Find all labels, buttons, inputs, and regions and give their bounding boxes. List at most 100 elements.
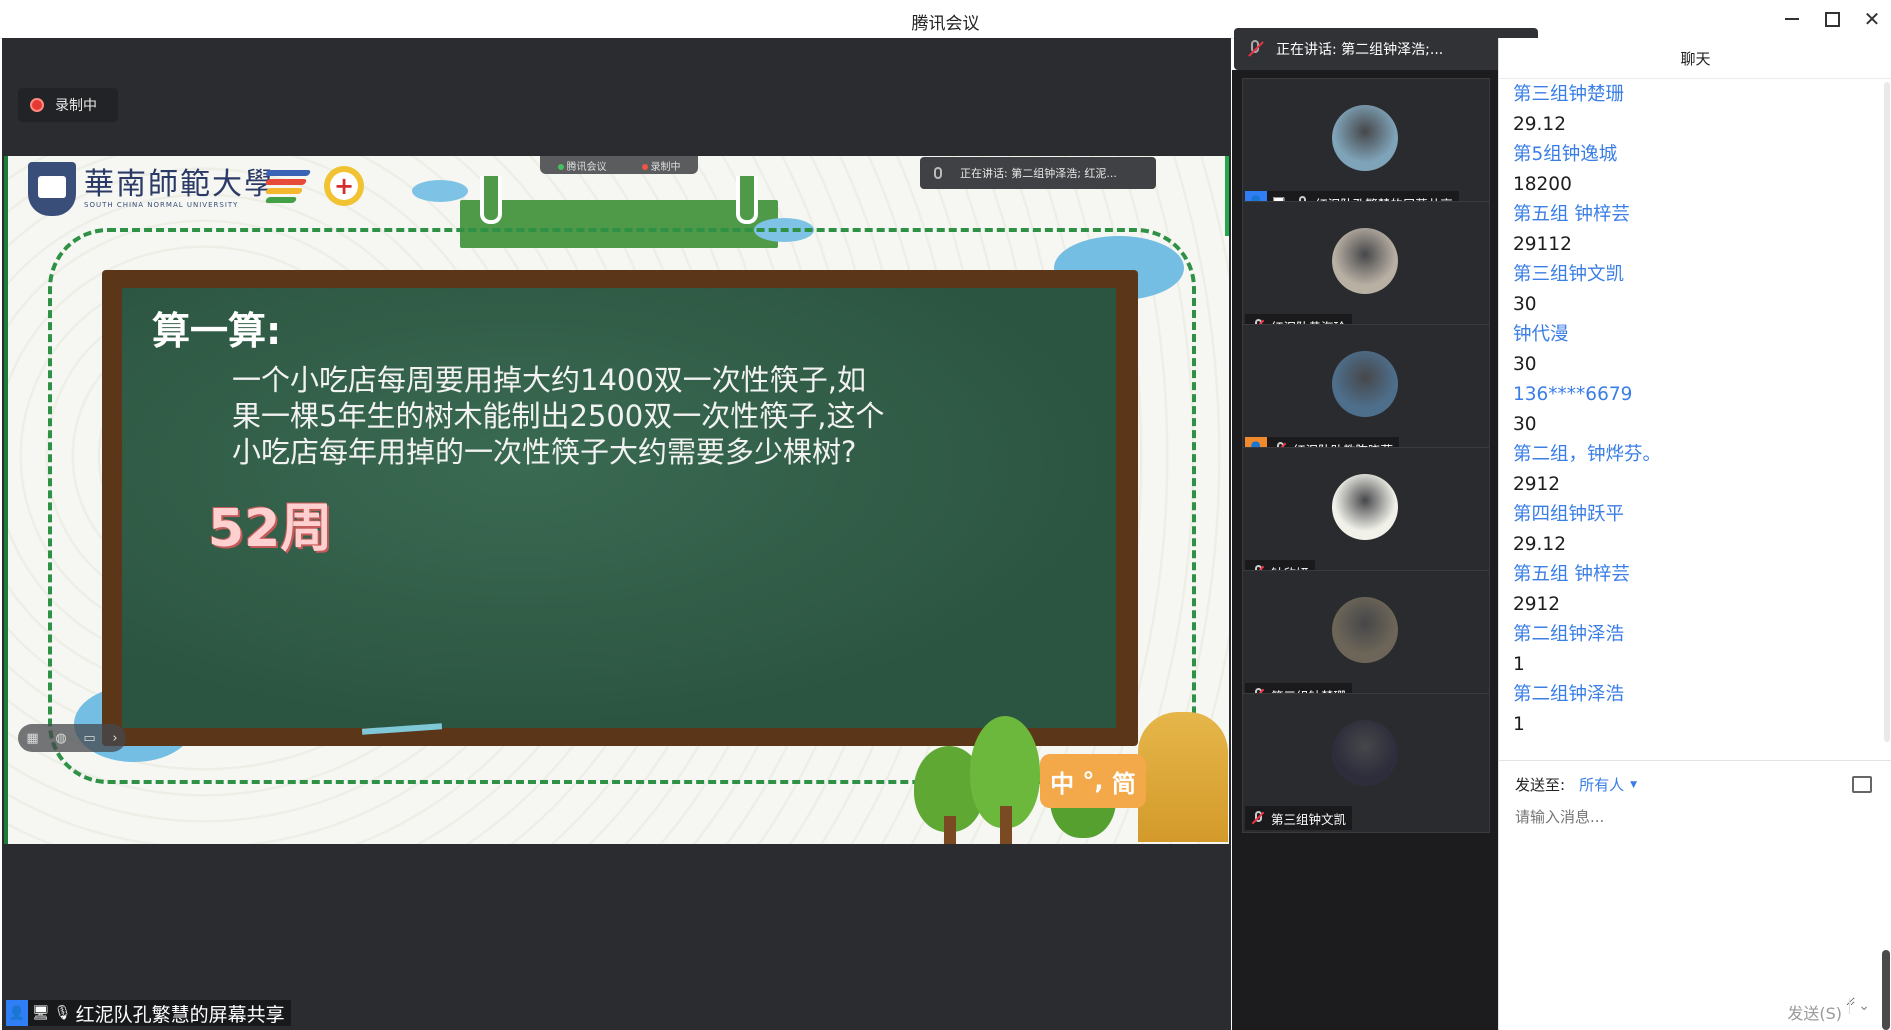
recording-indicator[interactable]: 录制中 bbox=[18, 88, 118, 122]
send-to-select[interactable]: 所有人 bbox=[1579, 774, 1624, 795]
inner-speaker-banner: 正在讲话: 第二组钟泽浩; 红泥... bbox=[920, 157, 1156, 189]
minimize-icon bbox=[1785, 18, 1799, 20]
cloud-decoration bbox=[412, 180, 468, 202]
chat-sender[interactable]: 第三组钟楚珊 bbox=[1513, 80, 1873, 110]
red-cross-icon: + bbox=[324, 166, 364, 206]
avatar bbox=[1332, 474, 1398, 540]
chat-message-text: 1 bbox=[1513, 654, 1525, 675]
chat-divider bbox=[1499, 760, 1891, 761]
chat-message-text: 30 bbox=[1513, 414, 1537, 435]
chat-message-text: 29112 bbox=[1513, 234, 1572, 255]
screen-share-icon: 🖥 bbox=[32, 1005, 50, 1021]
chalkboard: 算一算: 一个小吃店每周要用掉大约1400双一次性筷子,如果一棵5年生的树木能制… bbox=[102, 270, 1138, 746]
avatar bbox=[1332, 720, 1398, 786]
chat-sender[interactable]: 136****6679 bbox=[1513, 380, 1873, 410]
handwritten-answer: 52周 bbox=[208, 499, 333, 559]
muted-mic-icon bbox=[1253, 811, 1263, 825]
chat-message-text: 30 bbox=[1513, 354, 1537, 375]
screen-tools[interactable]: ▦ ◍ ▭ › bbox=[18, 724, 126, 752]
slide-edge bbox=[1225, 156, 1229, 236]
recording-label: 录制中 bbox=[55, 98, 97, 114]
university-name-en: SOUTH CHINA NORMAL UNIVERSITY bbox=[84, 201, 239, 209]
university-crest-icon bbox=[28, 162, 76, 216]
chalkboard-surface: 算一算: 一个小吃店每周要用掉大约1400双一次性筷子,如果一棵5年生的树木能制… bbox=[122, 288, 1116, 728]
main-video-area: 录制中 華南師範大學 SOUTH CHINA NORMAL UNIVERSITY… bbox=[2, 38, 1231, 1030]
window-icon[interactable]: ▭ bbox=[83, 731, 95, 746]
participant-name: 第三组钟文凯 bbox=[1271, 811, 1347, 827]
chat-sender[interactable]: 钟代漫 bbox=[1513, 320, 1873, 350]
minimize-button[interactable] bbox=[1772, 4, 1812, 34]
record-dot-icon bbox=[30, 98, 44, 112]
chat-sender[interactable]: 第二组钟泽浩 bbox=[1513, 620, 1873, 650]
chat-sender[interactable]: 第五组 钟梓芸 bbox=[1513, 200, 1873, 230]
chat-sender[interactable]: 第三组钟文凯 bbox=[1513, 260, 1873, 290]
chat-message-text: 30 bbox=[1513, 294, 1537, 315]
send-options-chevron-icon[interactable]: ⌄ bbox=[1849, 998, 1870, 1014]
maximize-icon bbox=[1824, 11, 1840, 27]
university-name: 華南師範大學 bbox=[84, 167, 276, 202]
avatar bbox=[1332, 597, 1398, 663]
chat-panel: 聊天 第三组钟楚珊 29.12 第5组钟逸城 18200 第五组 钟梓芸 29112 第三组… bbox=[1498, 38, 1891, 1030]
chat-sender[interactable]: 第二组钟泽浩 bbox=[1513, 680, 1873, 710]
chat-sender[interactable]: 第五组 钟梓芸 bbox=[1513, 560, 1873, 590]
rainbow-flag-icon bbox=[264, 170, 316, 208]
mic-icon: 🎙 bbox=[53, 1005, 72, 1021]
avatar bbox=[1332, 351, 1398, 417]
inner-app-label: 腾讯会议 bbox=[566, 161, 607, 173]
participant-tile[interactable]: 第三组钟楚珊 bbox=[1242, 570, 1490, 710]
avatar bbox=[1332, 228, 1398, 294]
chevron-right-icon[interactable]: › bbox=[112, 731, 117, 746]
participant-tile[interactable]: 红泥队黄海玲 bbox=[1242, 201, 1490, 341]
chat-scrollbar[interactable] bbox=[1884, 82, 1890, 742]
image-icon[interactable] bbox=[1852, 776, 1872, 793]
maximize-button[interactable] bbox=[1812, 4, 1852, 34]
ime-mode: 中 bbox=[1050, 769, 1075, 798]
chat-title: 聊天 bbox=[1499, 38, 1891, 79]
ime-toolbar[interactable]: 中 °, 简 bbox=[1040, 754, 1146, 808]
chat-message-text: 1 bbox=[1513, 714, 1525, 735]
mic-icon bbox=[934, 167, 942, 179]
participant-tile[interactable]: 钟欣妍 bbox=[1242, 447, 1490, 587]
volume-bar bbox=[1882, 950, 1890, 1030]
ime-simplified: 简 bbox=[1111, 769, 1136, 798]
shared-screen-slide: 華南師範大學 SOUTH CHINA NORMAL UNIVERSITY + 腾… bbox=[4, 156, 1229, 844]
grid-icon[interactable]: ▦ bbox=[26, 731, 38, 746]
participant-tile[interactable]: 👤红泥队助教陈晓燕 bbox=[1242, 324, 1490, 464]
title-bar: 腾讯会议 ✕ bbox=[0, 0, 1891, 39]
slide-title: 算一算: bbox=[152, 309, 282, 353]
send-button[interactable]: 发送(S) bbox=[1787, 1000, 1842, 1024]
send-to: 发送至: 所有人 ▼ bbox=[1515, 774, 1637, 795]
participant-tile[interactable]: 第三组钟文凯 bbox=[1242, 693, 1490, 833]
slide-question: 一个小吃店每周要用掉大约1400双一次性筷子,如果一棵5年生的树木能制出2500… bbox=[232, 363, 885, 469]
window-title: 腾讯会议 bbox=[911, 14, 980, 34]
avatar bbox=[1332, 105, 1398, 171]
participant-list: 👤🖥红泥队孔繁慧的屏幕共享红泥队黄海玲👤红泥队助教陈晓燕钟欣妍第三组钟楚珊第三组… bbox=[1232, 70, 1498, 1030]
active-speaker-banner[interactable]: 正在讲话: 第二组钟泽浩;... ↶ bbox=[1234, 28, 1538, 70]
slide-edge bbox=[4, 156, 8, 844]
annotate-icon[interactable]: ◍ bbox=[55, 731, 66, 746]
university-logo: 華南師範大學 SOUTH CHINA NORMAL UNIVERSITY bbox=[28, 162, 276, 216]
inner-speaker-text: 正在讲话: 第二组钟泽浩; 红泥... bbox=[960, 167, 1117, 180]
chat-message-text: 2912 bbox=[1513, 594, 1561, 615]
screen-share-label: 👤 🖥 🎙 红泥队孔繁慧的屏幕共享 bbox=[6, 1000, 291, 1026]
chat-sender[interactable]: 第四组钟跃平 bbox=[1513, 500, 1873, 530]
chat-message-text: 29.12 bbox=[1513, 534, 1566, 555]
chat-sender[interactable]: 第5组钟逸城 bbox=[1513, 140, 1873, 170]
participant-tile[interactable]: 👤🖥红泥队孔繁慧的屏幕共享 bbox=[1242, 78, 1490, 218]
send-to-label: 发送至: bbox=[1515, 776, 1566, 794]
muted-mic-icon bbox=[1248, 40, 1262, 58]
chat-messages: 第三组钟楚珊 29.12 第5组钟逸城 18200 第五组 钟梓芸 29112 第三组钟文凯… bbox=[1513, 80, 1873, 740]
chat-sender[interactable]: 第二组，钟烨芬。 bbox=[1513, 440, 1873, 470]
user-icon: 👤 bbox=[6, 1000, 28, 1026]
chat-input[interactable] bbox=[1515, 806, 1855, 1006]
chat-message-text: 2912 bbox=[1513, 474, 1561, 495]
participant-name-tag: 第三组钟文凯 bbox=[1245, 806, 1353, 830]
close-icon: ✕ bbox=[1863, 7, 1881, 31]
chevron-down-icon[interactable]: ▼ bbox=[1630, 780, 1637, 790]
active-speaker-text: 正在讲话: 第二组钟泽浩;... bbox=[1276, 42, 1444, 58]
inner-rec-label: 录制中 bbox=[650, 161, 681, 173]
ime-punct: °, bbox=[1082, 767, 1104, 795]
screen-share-text: 红泥队孔繁慧的屏幕共享 bbox=[75, 1003, 285, 1026]
close-button[interactable]: ✕ bbox=[1852, 4, 1891, 34]
chat-message-text: 29.12 bbox=[1513, 114, 1566, 135]
